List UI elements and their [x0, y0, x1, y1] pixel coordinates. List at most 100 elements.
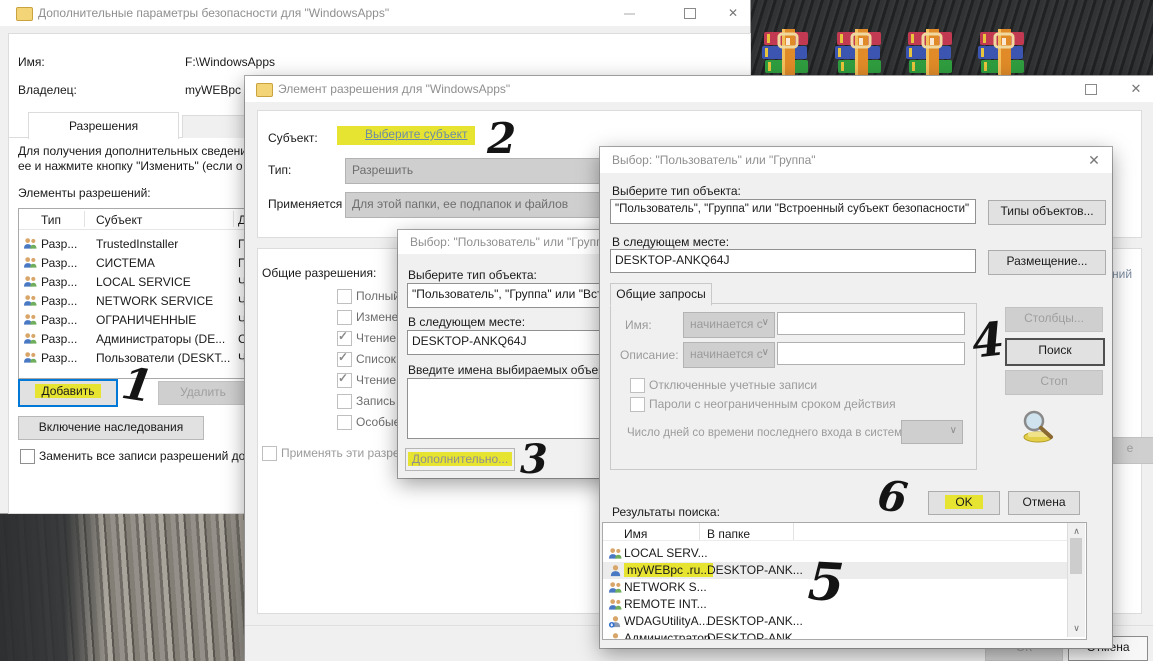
- advanced-permissions-link-tail[interactable]: ний: [1112, 267, 1132, 281]
- tab-common-queries[interactable]: Общие запросы: [610, 283, 712, 306]
- description-query-field[interactable]: [777, 342, 965, 365]
- apply-to-objects-checkbox[interactable]: [262, 446, 277, 461]
- dialog3-title: Выбор: "Пользователь" или "Групп: [410, 235, 603, 249]
- basic-permissions-label: Общие разрешения:: [262, 266, 376, 280]
- winrar-archive-icon[interactable]: [762, 29, 810, 77]
- group-icon: [23, 294, 38, 307]
- location-field[interactable]: DESKTOP-ANKQ64J: [610, 249, 976, 273]
- object-types-button[interactable]: Типы объектов...: [988, 200, 1106, 225]
- handwritten-annotation-3: 3: [520, 436, 548, 483]
- special-permissions-checkbox[interactable]: [337, 415, 352, 430]
- cancel-button[interactable]: Отмена: [1008, 491, 1080, 515]
- winrar-archive-icon[interactable]: [978, 29, 1026, 77]
- tab-auditing[interactable]: [182, 115, 248, 138]
- dialog4-titlebar[interactable]: Выбор: "Пользователь" или "Группа" ✕: [600, 147, 1112, 173]
- search-button[interactable]: Поиск: [1005, 338, 1105, 366]
- ok-button[interactable]: OK: [928, 491, 1000, 515]
- advanced-button[interactable]: Дополнительно...: [405, 448, 515, 471]
- apply-to-objects-label: Применять эти разре: [281, 446, 400, 460]
- search-magnifier-icon: [1018, 409, 1058, 443]
- handwritten-annotation-4: 4: [969, 311, 1006, 368]
- name-query-field[interactable]: [777, 312, 965, 335]
- add-button[interactable]: Добавить: [18, 379, 118, 407]
- results-col-folder[interactable]: В папке: [707, 527, 750, 541]
- scrollbar-thumb[interactable]: [1070, 538, 1082, 574]
- result-row[interactable]: WDAGUtilityA... DESKTOP-ANK...: [603, 613, 1067, 630]
- placement-button[interactable]: Размещение...: [988, 250, 1106, 275]
- search-button-label: Поиск: [1038, 343, 1071, 357]
- name-condition-dropdown[interactable]: начинается с∨: [683, 312, 775, 338]
- select-subject-link[interactable]: Выберите субъект: [337, 126, 475, 145]
- table-row[interactable]: Разр... СИСТЕМА П: [19, 254, 245, 272]
- table-row[interactable]: Разр... LOCAL SERVICE Ч: [19, 273, 245, 291]
- col-header-type[interactable]: Тип: [41, 213, 61, 227]
- remove-button[interactable]: Удалить: [158, 381, 248, 405]
- write-checkbox[interactable]: [337, 394, 352, 409]
- minimize-button[interactable]: [608, 0, 652, 26]
- dialog3-titlebar[interactable]: Выбор: "Пользователь" или "Групп: [398, 230, 610, 254]
- description-condition-dropdown[interactable]: начинается с∨: [683, 342, 775, 368]
- columns-button[interactable]: Столбцы...: [1005, 307, 1103, 332]
- cell-subject: Пользователи (DESKT...: [96, 351, 230, 365]
- read-execute-checkbox[interactable]: ✓: [337, 331, 352, 346]
- cell-subject: NETWORK SERVICE: [96, 294, 213, 308]
- replace-child-permissions-checkbox[interactable]: [20, 449, 35, 464]
- column-divider[interactable]: [699, 523, 700, 540]
- enable-inheritance-button[interactable]: Включение наследования: [18, 416, 204, 440]
- result-row-clipped[interactable]: Администратор DESKTOP-ANK: [603, 630, 1067, 640]
- full-control-checkbox[interactable]: [337, 289, 352, 304]
- group-icon: [23, 237, 38, 250]
- maximize-button[interactable]: [668, 0, 712, 26]
- header-divider: [19, 229, 247, 230]
- col-header-subject[interactable]: Субъект: [96, 213, 142, 227]
- close-button[interactable]: ✕: [716, 0, 750, 26]
- close-button[interactable]: ✕: [1119, 76, 1153, 102]
- object-names-field[interactable]: [407, 378, 617, 439]
- dialog2-titlebar[interactable]: Элемент разрешения для "WindowsApps" ✕: [245, 76, 1153, 102]
- winrar-books-icon: [978, 29, 1026, 77]
- permission-entries-table[interactable]: Тип Субъект Д Разр... TrustedInstaller П…: [18, 208, 248, 379]
- remove-button-label: Удалить: [180, 385, 226, 399]
- stop-button[interactable]: Стоп: [1005, 370, 1103, 395]
- object-type-field[interactable]: "Пользователь", "Группа" или "Встро: [407, 283, 617, 308]
- table-row[interactable]: Разр... TrustedInstaller П: [19, 235, 245, 253]
- maximize-button[interactable]: [1071, 76, 1111, 102]
- column-divider[interactable]: [793, 523, 794, 540]
- read-checkbox[interactable]: ✓: [337, 373, 352, 388]
- type-label: Тип:: [268, 163, 291, 177]
- winrar-archive-icon[interactable]: [906, 29, 954, 77]
- results-col-name[interactable]: Имя: [624, 527, 647, 541]
- close-button[interactable]: ✕: [1078, 147, 1110, 173]
- object-type-value: "Пользователь", "Группа" или "Встро: [412, 287, 616, 301]
- non-expiring-passwords-checkbox[interactable]: [630, 397, 645, 412]
- cell-type: Разр...: [41, 313, 77, 327]
- scroll-down-icon[interactable]: ∨: [1068, 623, 1085, 634]
- search-results-list[interactable]: Имя В папке LOCAL SERV... myWEBpc .ru...…: [602, 522, 1087, 640]
- results-scrollbar[interactable]: ∧ ∨: [1067, 523, 1085, 637]
- handwritten-annotation-5: 5: [806, 551, 845, 614]
- type-value: Разрешить: [352, 163, 413, 177]
- days-dropdown[interactable]: ∨: [901, 420, 963, 444]
- disabled-accounts-checkbox[interactable]: [630, 378, 645, 393]
- dialog1-titlebar[interactable]: Дополнительные параметры безопасности дл…: [0, 0, 750, 26]
- clear-all-button-partial[interactable]: е: [1105, 437, 1153, 464]
- cell-type: Разр...: [41, 237, 77, 251]
- scroll-up-icon[interactable]: ∧: [1068, 526, 1085, 537]
- object-type-field[interactable]: "Пользователь", "Группа" или "Встроенный…: [610, 199, 976, 224]
- table-row[interactable]: Разр... NETWORK SERVICE Ч: [19, 292, 245, 310]
- permission-entries-label: Элементы разрешений:: [18, 186, 151, 200]
- tab-permissions[interactable]: Разрешения: [28, 112, 179, 139]
- column-divider[interactable]: [84, 211, 85, 227]
- write-label: Запись: [356, 394, 395, 408]
- list-folder-checkbox[interactable]: ✓: [337, 352, 352, 367]
- modify-checkbox[interactable]: [337, 310, 352, 325]
- column-divider[interactable]: [233, 211, 234, 227]
- location-field[interactable]: DESKTOP-ANKQ64J: [407, 330, 617, 355]
- table-row[interactable]: Разр... ОГРАНИЧЕННЫЕ Ч: [19, 311, 245, 329]
- result-name: LOCAL SERV...: [624, 546, 708, 560]
- winrar-archive-icon[interactable]: [835, 29, 883, 77]
- winrar-books-icon: [906, 29, 954, 77]
- close-icon: ✕: [1088, 152, 1100, 168]
- table-row[interactable]: Разр... Администраторы (DE... С: [19, 330, 245, 348]
- non-expiring-passwords-label: Пароли с неограниченным сроком действия: [649, 397, 896, 411]
